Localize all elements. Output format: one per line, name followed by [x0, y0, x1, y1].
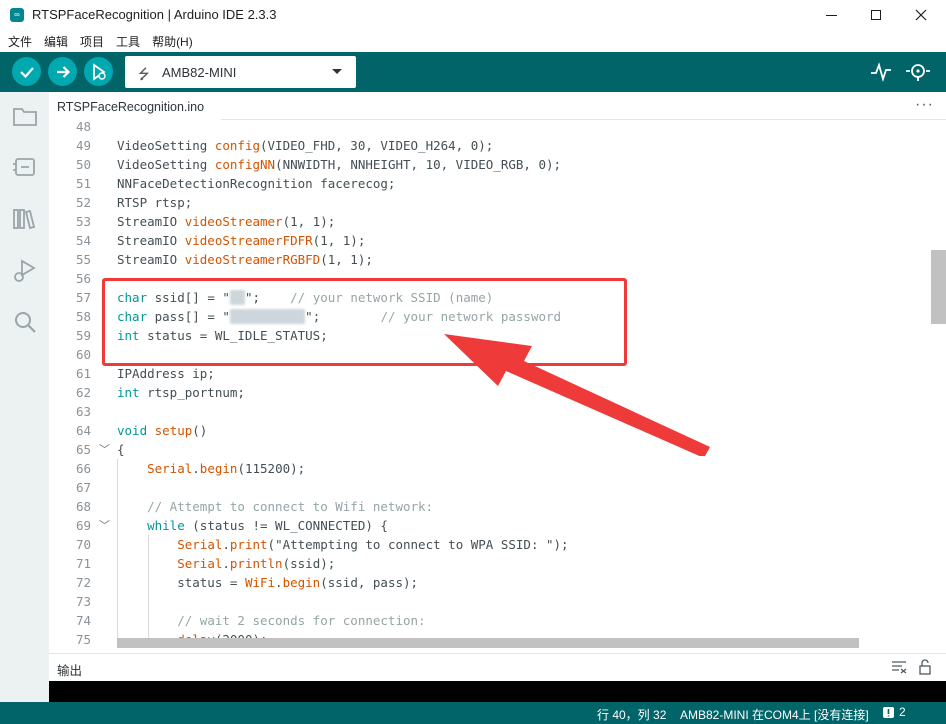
output-panel-header: 输出	[49, 653, 946, 681]
minimize-icon	[825, 14, 837, 16]
board-port-status[interactable]: AMB82-MINI 在COM4上 [没有连接]	[680, 706, 869, 723]
arduino-infinity-icon: ∞	[10, 8, 24, 22]
close-button[interactable]	[898, 0, 944, 30]
search-icon[interactable]	[11, 308, 39, 336]
verify-button[interactable]	[12, 57, 41, 86]
verify-icon	[19, 66, 34, 78]
maximize-button[interactable]	[853, 0, 899, 30]
code-line: 55 StreamIO videoStreamerRGBFD(1, 1);	[75, 252, 373, 267]
code-line: 53 StreamIO videoStreamer(1, 1);	[75, 214, 336, 229]
vertical-scrollbar-track[interactable]	[931, 120, 946, 648]
code-line: 51 NNFaceDetectionRecognition facerecog;	[75, 176, 396, 191]
tab-rtspfacerecognition[interactable]: RTSPFaceRecognition.ino	[49, 92, 221, 120]
code-line: 48	[75, 120, 91, 134]
title-bar: ∞ RTSPFaceRecognition | Arduino IDE 2.3.…	[0, 0, 946, 30]
scroll-lock-icon[interactable]	[918, 658, 932, 676]
code-line: 70 Serial.print("Attempting to connect t…	[75, 537, 569, 552]
code-line: 49 VideoSetting config(VIDEO_FHD, 30, VID…	[75, 138, 494, 153]
horizontal-scrollbar[interactable]	[117, 638, 859, 648]
toolbar: ⭍ AMB82-MINI	[0, 52, 946, 92]
vertical-scrollbar-thumb[interactable]	[931, 250, 946, 324]
debug-sidebar-icon[interactable]	[11, 257, 39, 285]
clear-output-icon[interactable]	[891, 660, 907, 674]
code-line: 72 status = WiFi.begin(ssid, pass);	[75, 575, 419, 590]
menu-tools[interactable]: 工具	[116, 33, 140, 50]
fold-chevron-icon[interactable]: ﹀	[99, 440, 110, 459]
code-line: 50 VideoSetting configNN(NNWIDTH, NNHEIGH…	[75, 157, 562, 172]
code-line: 69 ﹀ while (status != WL_CONNECTED) {	[75, 516, 388, 535]
cursor-position[interactable]: 行 40，列 32	[597, 706, 666, 723]
more-actions-icon[interactable]: ···	[915, 96, 934, 114]
menu-bar: 文件 编辑 项目 工具 帮助(H)	[0, 30, 946, 52]
code-line: 68 // Attempt to connect to Wifi network…	[75, 499, 434, 514]
code-line: 71 Serial.println(ssid);	[75, 556, 336, 571]
boards-manager-icon[interactable]	[11, 153, 39, 181]
notifications-button[interactable]: 2	[882, 705, 906, 719]
notification-icon	[883, 706, 894, 718]
menu-edit[interactable]: 编辑	[44, 33, 68, 50]
code-line: 66 Serial.begin(115200);	[75, 461, 306, 476]
board-name: AMB82-MINI	[162, 65, 237, 80]
maximize-icon	[871, 10, 881, 20]
usb-icon: ⭍	[138, 66, 150, 82]
code-line: 74 // wait 2 seconds for connection:	[75, 613, 426, 628]
output-console[interactable]	[49, 681, 946, 702]
upload-button[interactable]	[48, 57, 77, 86]
editor-tab-bar: RTSPFaceRecognition.ino ···	[49, 92, 946, 120]
code-line: 54 StreamIO videoStreamerFDFR(1, 1);	[75, 233, 366, 248]
arduino-ide-window: ∞ RTSPFaceRecognition | Arduino IDE 2.3.…	[0, 0, 946, 724]
tab-label: RTSPFaceRecognition.ino	[57, 100, 205, 114]
menu-file[interactable]: 文件	[8, 33, 32, 50]
status-bar: 行 40，列 32 AMB82-MINI 在COM4上 [没有连接] 2	[0, 702, 946, 724]
code-line: 52 RTSP rtsp;	[75, 195, 193, 210]
code-line: 67	[75, 480, 91, 495]
output-title: 输出	[57, 664, 83, 678]
fold-chevron-icon[interactable]: ﹀	[99, 516, 110, 535]
sketchbook-folder-icon[interactable]	[11, 102, 39, 130]
window-title: RTSPFaceRecognition | Arduino IDE 2.3.3	[32, 7, 277, 22]
code-line: 73	[75, 594, 91, 609]
activity-bar	[0, 92, 49, 724]
annotation-arrow	[444, 334, 710, 456]
notification-count: 2	[899, 705, 906, 719]
close-icon	[915, 9, 927, 21]
board-selector[interactable]: ⭍ AMB82-MINI	[125, 56, 356, 88]
serial-plotter-icon[interactable]	[870, 62, 892, 82]
menu-help[interactable]: 帮助(H)	[152, 33, 193, 50]
serial-monitor-icon[interactable]	[905, 62, 931, 82]
library-manager-icon[interactable]	[11, 205, 39, 233]
upload-icon	[56, 65, 70, 78]
minimize-button[interactable]	[808, 0, 854, 30]
debug-icon	[92, 62, 106, 81]
menu-sketch[interactable]: 项目	[80, 33, 104, 50]
chevron-down-icon	[332, 69, 342, 74]
debug-button[interactable]	[84, 57, 113, 86]
